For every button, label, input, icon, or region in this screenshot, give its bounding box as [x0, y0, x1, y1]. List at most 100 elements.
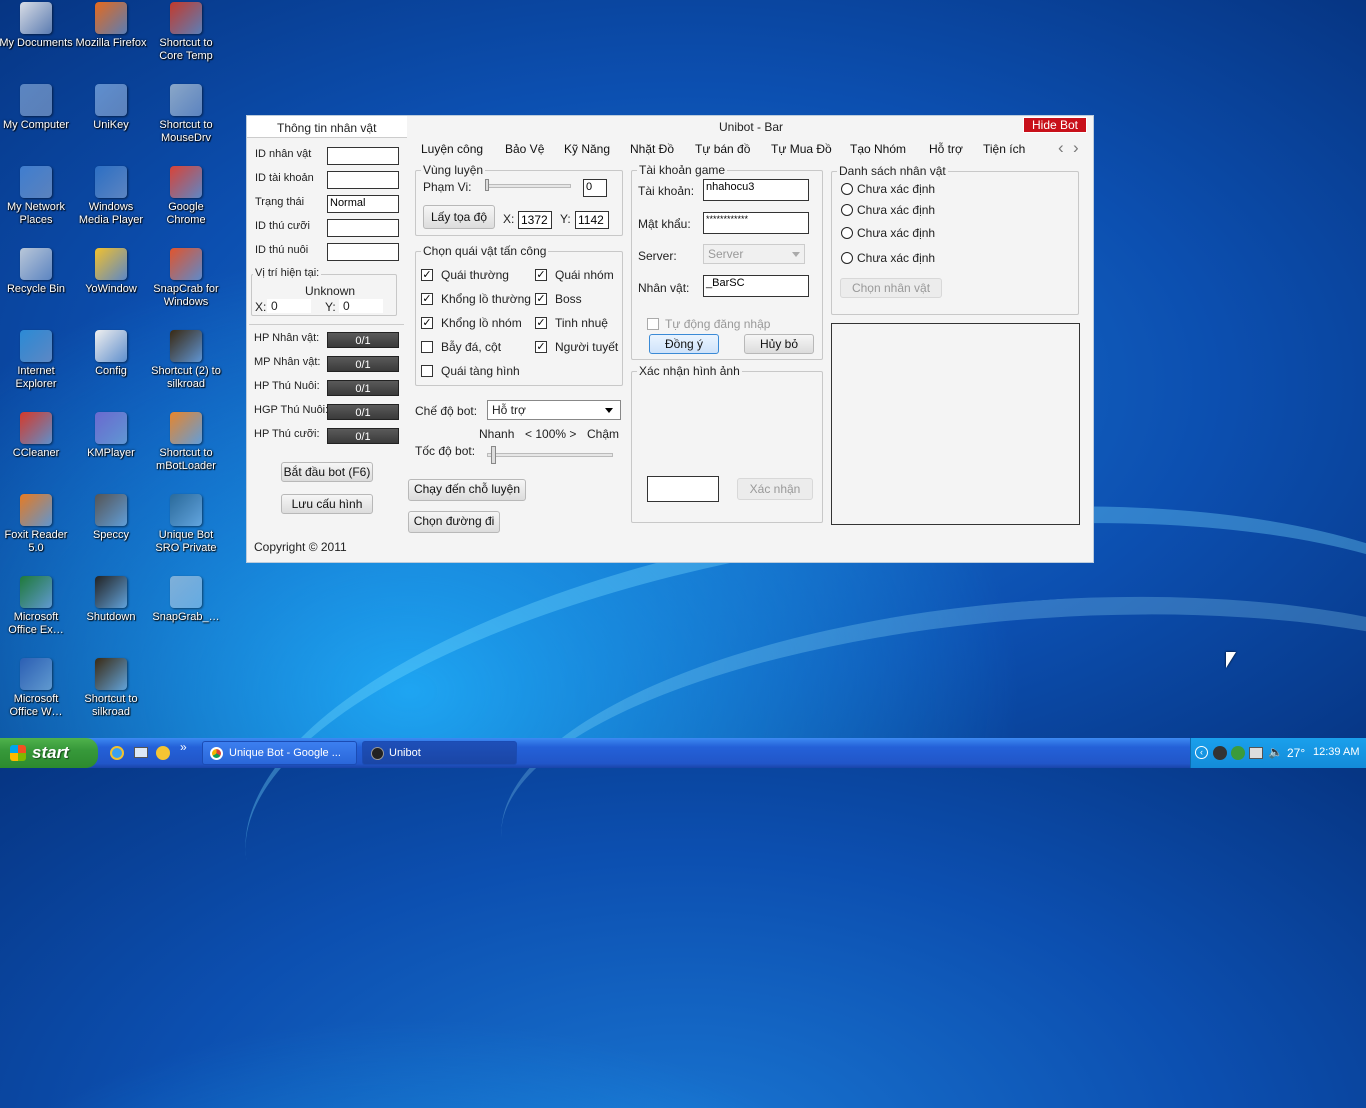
- desktop-icon[interactable]: Shortcut (2) to silkroad: [148, 330, 224, 391]
- char-input[interactable]: _BarSC: [703, 275, 809, 297]
- tray-clock[interactable]: 12:39 AM: [1313, 746, 1359, 758]
- desktop-icon[interactable]: UniKey: [73, 84, 149, 132]
- character-radio[interactable]: [841, 227, 853, 239]
- pos-x-value: 0: [271, 299, 278, 313]
- tab-pickup[interactable]: Nhặt Đồ: [630, 142, 674, 156]
- ccleaner-icon: [20, 412, 52, 444]
- coord-x-value[interactable]: 1372: [518, 211, 552, 229]
- save-config-button[interactable]: Lưu cấu hình: [281, 494, 373, 514]
- monster-checkbox[interactable]: ✓: [421, 317, 433, 329]
- desktop-icon[interactable]: Shortcut to silkroad: [73, 658, 149, 719]
- weather-icon: [95, 248, 127, 280]
- desktop-icon[interactable]: Microsoft Office Ex…: [0, 576, 74, 637]
- hide-bot-button[interactable]: Hide Bot: [1023, 117, 1087, 133]
- monster-checkbox[interactable]: ✓: [421, 341, 433, 353]
- character-radio[interactable]: [841, 204, 853, 216]
- tab-auto-buy[interactable]: Tự Mua Đồ: [771, 142, 832, 156]
- desktop-icon[interactable]: SnapGrab_…: [148, 576, 224, 624]
- tray-temperature[interactable]: 27°: [1287, 746, 1305, 760]
- monster-checkbox[interactable]: ✓: [535, 317, 547, 329]
- desktop-icon[interactable]: Speccy: [73, 494, 149, 542]
- tab-next-icon[interactable]: ›: [1073, 138, 1079, 158]
- desktop-icon[interactable]: My Documents: [0, 2, 74, 50]
- monster-checkbox[interactable]: ✓: [535, 269, 547, 281]
- desktop-icon[interactable]: Shortcut to mBotLoader: [148, 412, 224, 473]
- captcha-input[interactable]: [647, 476, 719, 502]
- status-field[interactable]: Normal: [327, 195, 399, 213]
- auto-login-checkbox[interactable]: [647, 318, 659, 330]
- desktop-icon[interactable]: Google Chrome: [148, 166, 224, 227]
- start-button[interactable]: start: [0, 738, 98, 768]
- desktop-icon[interactable]: SnapCrab for Windows: [148, 248, 224, 309]
- select-character-button[interactable]: Chọn nhân vật: [840, 278, 942, 298]
- speed-slider-thumb[interactable]: [491, 446, 496, 464]
- task-unibot[interactable]: Unibot: [362, 741, 517, 765]
- pet-id-field[interactable]: [327, 243, 399, 261]
- desktop-icon[interactable]: Microsoft Office W…: [0, 658, 74, 719]
- desktop-icon[interactable]: Shutdown: [73, 576, 149, 624]
- account-id-field[interactable]: [327, 171, 399, 189]
- ie-quicklaunch-icon[interactable]: [110, 746, 124, 760]
- tray-expand-icon[interactable]: ‹: [1195, 746, 1208, 759]
- desktop-icon[interactable]: Config: [73, 330, 149, 378]
- desktop-icon[interactable]: Foxit Reader 5.0: [0, 494, 74, 555]
- hgp-pet-bar: 0/1: [327, 404, 399, 420]
- goto-training-button[interactable]: Chạy đến chỗ luyện: [408, 479, 526, 501]
- mount-id-field[interactable]: [327, 219, 399, 237]
- desktop-icon[interactable]: YoWindow: [73, 248, 149, 296]
- desktop-icon[interactable]: KMPlayer: [73, 412, 149, 460]
- weather-quicklaunch-icon[interactable]: [156, 746, 170, 760]
- pass-input[interactable]: ************: [703, 212, 809, 234]
- desktop-icon[interactable]: Shortcut to Core Temp: [148, 2, 224, 63]
- range-value[interactable]: 0: [583, 179, 607, 197]
- monster-checkbox[interactable]: ✓: [421, 365, 433, 377]
- monster-checkbox[interactable]: ✓: [535, 341, 547, 353]
- chevron-down-icon[interactable]: [605, 408, 613, 413]
- desktop-icon[interactable]: Shortcut to MouseDrv: [148, 84, 224, 145]
- show-desktop-icon[interactable]: [134, 747, 148, 758]
- character-radio[interactable]: [841, 252, 853, 264]
- tray-volume-icon[interactable]: 🔈: [1268, 745, 1283, 759]
- tab-prev-icon[interactable]: ‹: [1058, 138, 1064, 158]
- tab-skills[interactable]: Kỹ Năng: [564, 142, 610, 156]
- cancel-button[interactable]: Hủy bỏ: [744, 334, 814, 354]
- monster-checkbox[interactable]: ✓: [535, 293, 547, 305]
- tray-app-icon[interactable]: [1213, 746, 1227, 760]
- tab-protection[interactable]: Bảo Vệ: [505, 142, 544, 156]
- tab-training[interactable]: Luyện công: [421, 142, 483, 156]
- captcha-confirm-button[interactable]: Xác nhận: [737, 478, 813, 500]
- desktop-icon[interactable]: My Network Places: [0, 166, 74, 227]
- user-input[interactable]: nhahocu3: [703, 179, 809, 201]
- tray-network-icon[interactable]: [1231, 746, 1245, 760]
- chevron-down-icon[interactable]: [792, 252, 800, 257]
- desktop-icon[interactable]: Windows Media Player: [73, 166, 149, 227]
- mouse-cursor-icon: [1226, 652, 1236, 668]
- desktop-icon[interactable]: Internet Explorer: [0, 330, 74, 391]
- desktop-icon[interactable]: Unique Bot SRO Private: [148, 494, 224, 555]
- tab-party[interactable]: Tạo Nhóm: [850, 142, 906, 156]
- character-radio[interactable]: [841, 183, 853, 195]
- speed-slider[interactable]: [487, 453, 613, 457]
- get-coords-button[interactable]: Lấy tọa độ: [423, 205, 495, 229]
- desktop-icon[interactable]: Mozilla Firefox: [73, 2, 149, 50]
- choose-path-button[interactable]: Chọn đường đi: [408, 511, 500, 533]
- coord-y-value[interactable]: 1142: [575, 211, 609, 229]
- quicklaunch-more-icon[interactable]: »: [180, 740, 187, 754]
- desktop-icon[interactable]: CCleaner: [0, 412, 74, 460]
- desktop-icon[interactable]: My Computer: [0, 84, 74, 132]
- range-slider-thumb[interactable]: [485, 179, 489, 191]
- monster-checkbox[interactable]: ✓: [421, 293, 433, 305]
- ok-button[interactable]: Đồng ý: [649, 334, 719, 354]
- desktop-icon-label: Google Chrome: [166, 201, 206, 226]
- desktop-icon[interactable]: Recycle Bin: [0, 248, 74, 296]
- range-slider[interactable]: [487, 184, 571, 188]
- monster-checkbox[interactable]: ✓: [421, 269, 433, 281]
- pos-y-value: 0: [343, 299, 350, 313]
- tab-support[interactable]: Hỗ trợ: [929, 142, 963, 156]
- tab-utilities[interactable]: Tiện ích: [983, 142, 1025, 156]
- tab-auto-sell[interactable]: Tự bán đồ: [695, 142, 750, 156]
- tray-monitor-icon[interactable]: [1249, 747, 1263, 759]
- task-chrome[interactable]: Unique Bot - Google ...: [202, 741, 357, 765]
- character-id-field[interactable]: [327, 147, 399, 165]
- start-bot-button[interactable]: Bắt đầu bot (F6): [281, 462, 373, 482]
